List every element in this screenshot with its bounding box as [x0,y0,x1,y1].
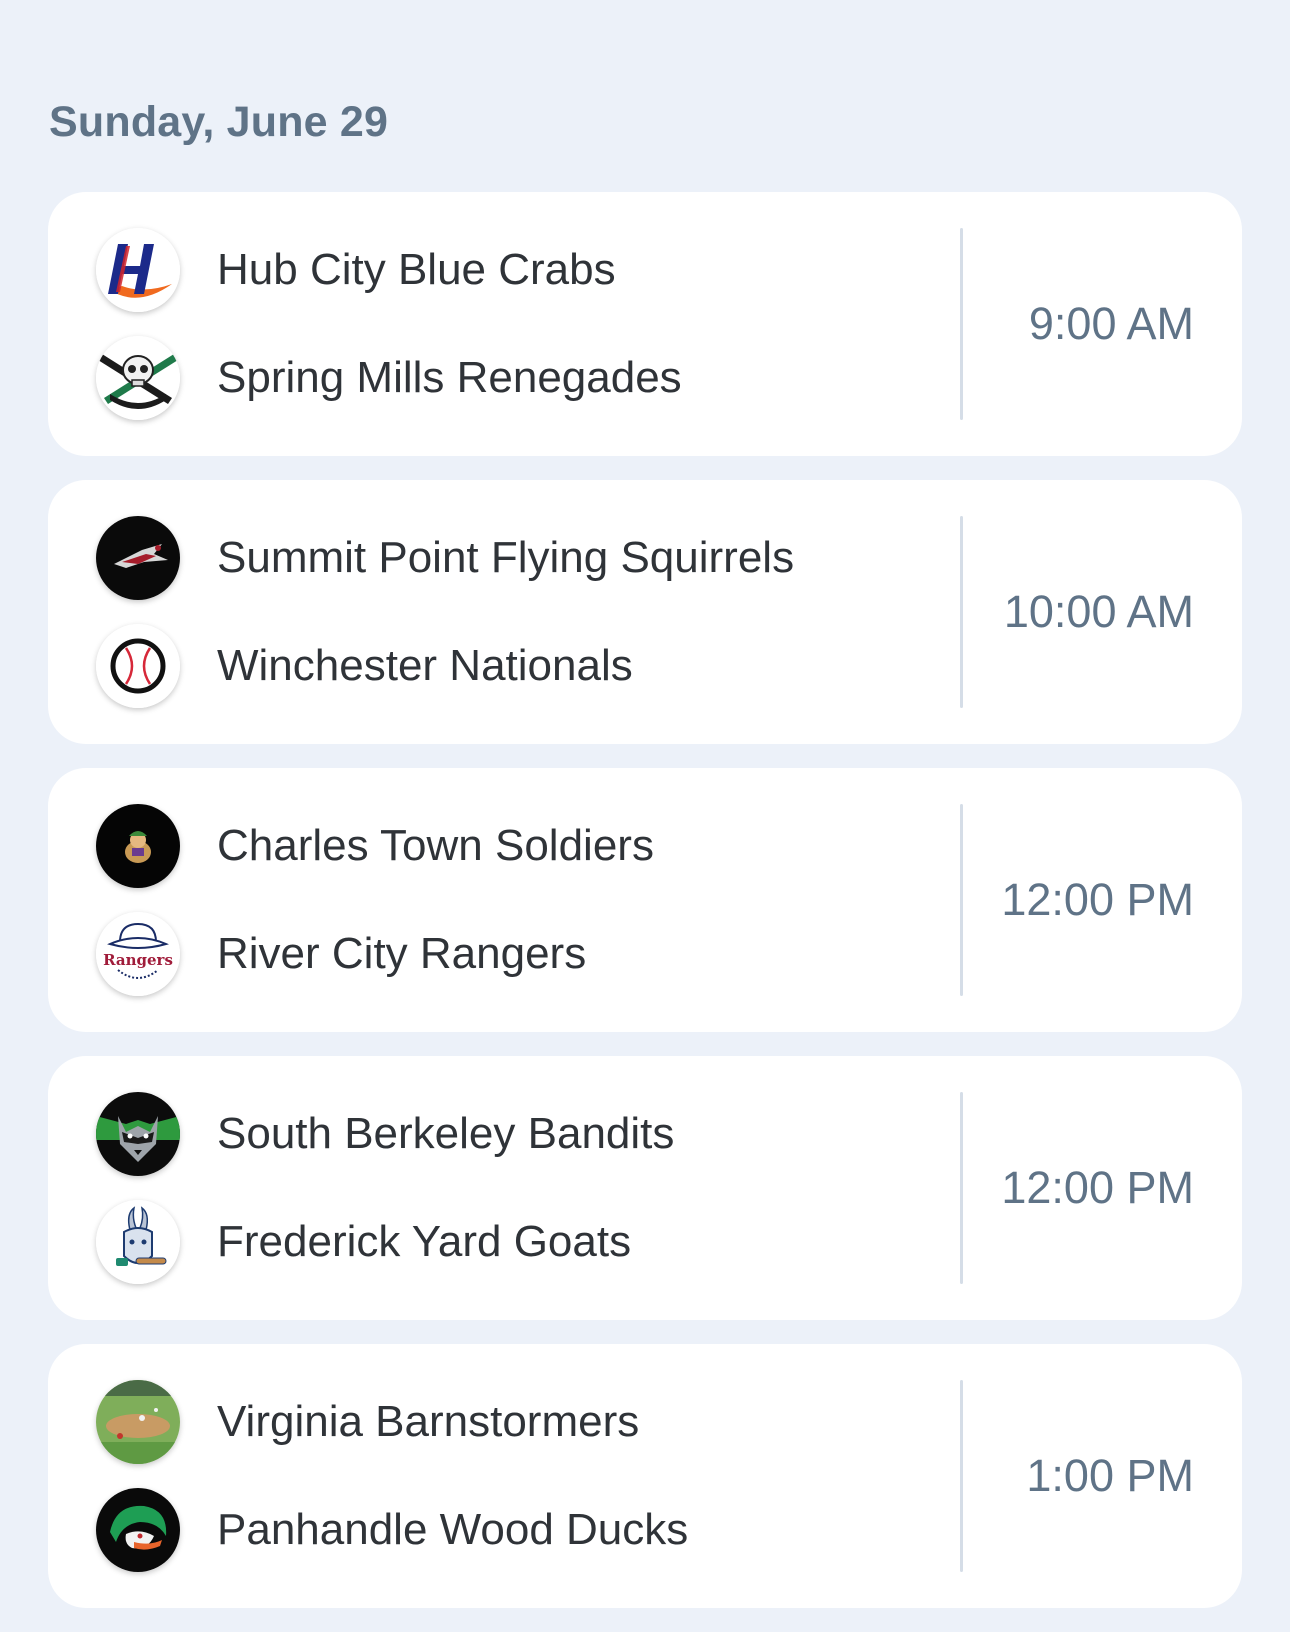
frederick-yard-goats-logo [96,1200,180,1284]
home-team-name: South Berkeley Bandits [217,1109,675,1158]
game-time: 12:00 PM [1001,1162,1194,1213]
game-card[interactable]: Hub City Blue Crabs Spring Mills Renegad… [48,192,1242,456]
home-team-row[interactable]: Hub City Blue Crabs [96,228,616,312]
south-berkeley-bandits-logo [96,1092,180,1176]
divider [960,228,963,420]
game-card[interactable]: South Berkeley Bandits Frederick Yard Go… [48,1056,1242,1320]
away-team-name: Spring Mills Renegades [217,353,682,402]
hub-city-blue-crabs-logo [96,228,180,312]
away-team-name: Winchester Nationals [217,641,633,690]
game-card[interactable]: Summit Point Flying Squirrels Winchester… [48,480,1242,744]
panhandle-wood-ducks-logo [96,1488,180,1572]
away-team-row[interactable]: Spring Mills Renegades [96,336,682,420]
home-team-row[interactable]: Summit Point Flying Squirrels [96,516,794,600]
divider [960,516,963,708]
game-list: Hub City Blue Crabs Spring Mills Renegad… [48,192,1242,1632]
away-team-name: Frederick Yard Goats [217,1217,632,1266]
home-team-name: Summit Point Flying Squirrels [217,533,795,582]
game-time: 10:00 AM [1003,586,1194,637]
game-time: 9:00 AM [1028,298,1194,349]
home-team-row[interactable]: Charles Town Soldiers [96,804,654,888]
away-team-name: River City Rangers [217,929,587,978]
away-team-row[interactable]: Panhandle Wood Ducks [96,1488,688,1572]
date-header: Sunday, June 29 [49,98,389,146]
game-card[interactable]: Charles Town Soldiers Rangers River City… [48,768,1242,1032]
summit-point-flying-squirrels-logo [96,516,180,600]
away-team-row[interactable]: Winchester Nationals [96,624,633,708]
game-time: 1:00 PM [1026,1450,1194,1501]
charles-town-soldiers-logo [96,804,180,888]
spring-mills-renegades-logo [96,336,180,420]
away-team-row[interactable]: Rangers River City Rangers [96,912,586,996]
divider [960,1092,963,1284]
virginia-barnstormers-logo [96,1380,180,1464]
river-city-rangers-logo: Rangers [96,912,180,996]
away-team-name: Panhandle Wood Ducks [217,1505,689,1554]
rangers-wordmark: Rangers [103,951,173,969]
game-card[interactable]: Virginia Barnstormers Panhandle Wood Duc… [48,1344,1242,1608]
game-time: 12:00 PM [1001,874,1194,925]
home-team-name: Hub City Blue Crabs [217,245,616,294]
winchester-nationals-logo [96,624,180,708]
home-team-name: Virginia Barnstormers [217,1397,640,1446]
divider [960,804,963,996]
home-team-name: Charles Town Soldiers [217,821,654,870]
home-team-row[interactable]: South Berkeley Bandits [96,1092,674,1176]
home-team-row[interactable]: Virginia Barnstormers [96,1380,639,1464]
away-team-row[interactable]: Frederick Yard Goats [96,1200,631,1284]
divider [960,1380,963,1572]
